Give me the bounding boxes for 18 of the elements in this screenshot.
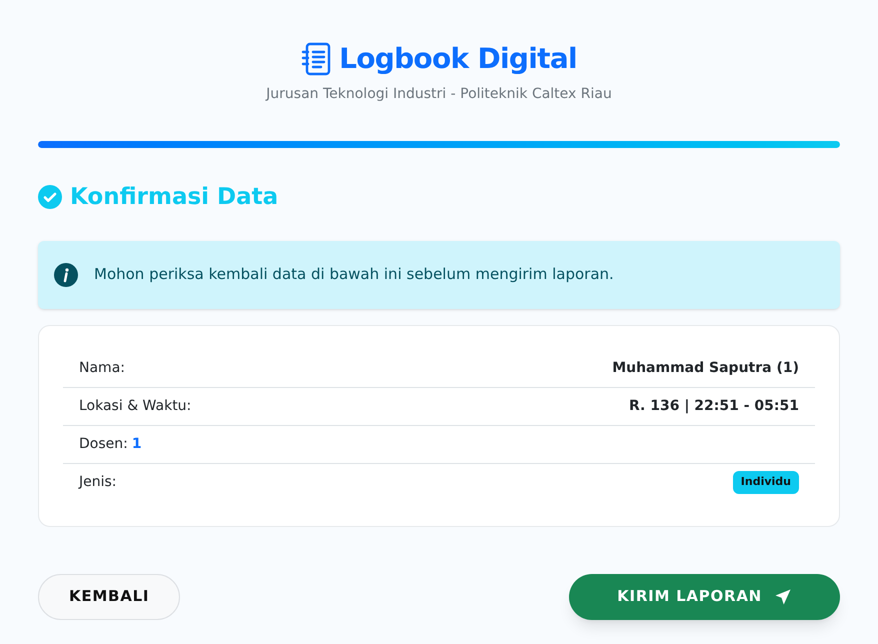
app-title: Logbook Digital [339, 41, 577, 77]
back-button[interactable]: KEMBALI [38, 574, 180, 620]
send-icon [774, 588, 792, 606]
field-label: Dosen: [79, 434, 128, 454]
field-label: Nama: [79, 358, 125, 378]
type-badge: Individu [732, 471, 799, 494]
field-label: Jenis: [79, 473, 117, 492]
info-icon [54, 262, 78, 286]
field-value: 1 [132, 434, 142, 454]
alert-message: Mohon periksa kembali data di bawah ini sebelum mengirim laporan. [94, 264, 614, 286]
check-circle-icon [38, 185, 62, 210]
submit-button[interactable]: KIRIM LAPORAN [569, 574, 840, 620]
app-subtitle: Jurusan Teknologi Industri - Politeknik Caltex Riau [266, 85, 612, 104]
field-value: R. 136 | 22:51 - 05:51 [628, 396, 799, 416]
notebook-icon [301, 42, 332, 76]
section-title: Konfirmasi Data [70, 183, 278, 212]
field-label: Lokasi & Waktu: [79, 396, 192, 416]
field-value: Muhammad Saputra (1) [612, 358, 799, 378]
